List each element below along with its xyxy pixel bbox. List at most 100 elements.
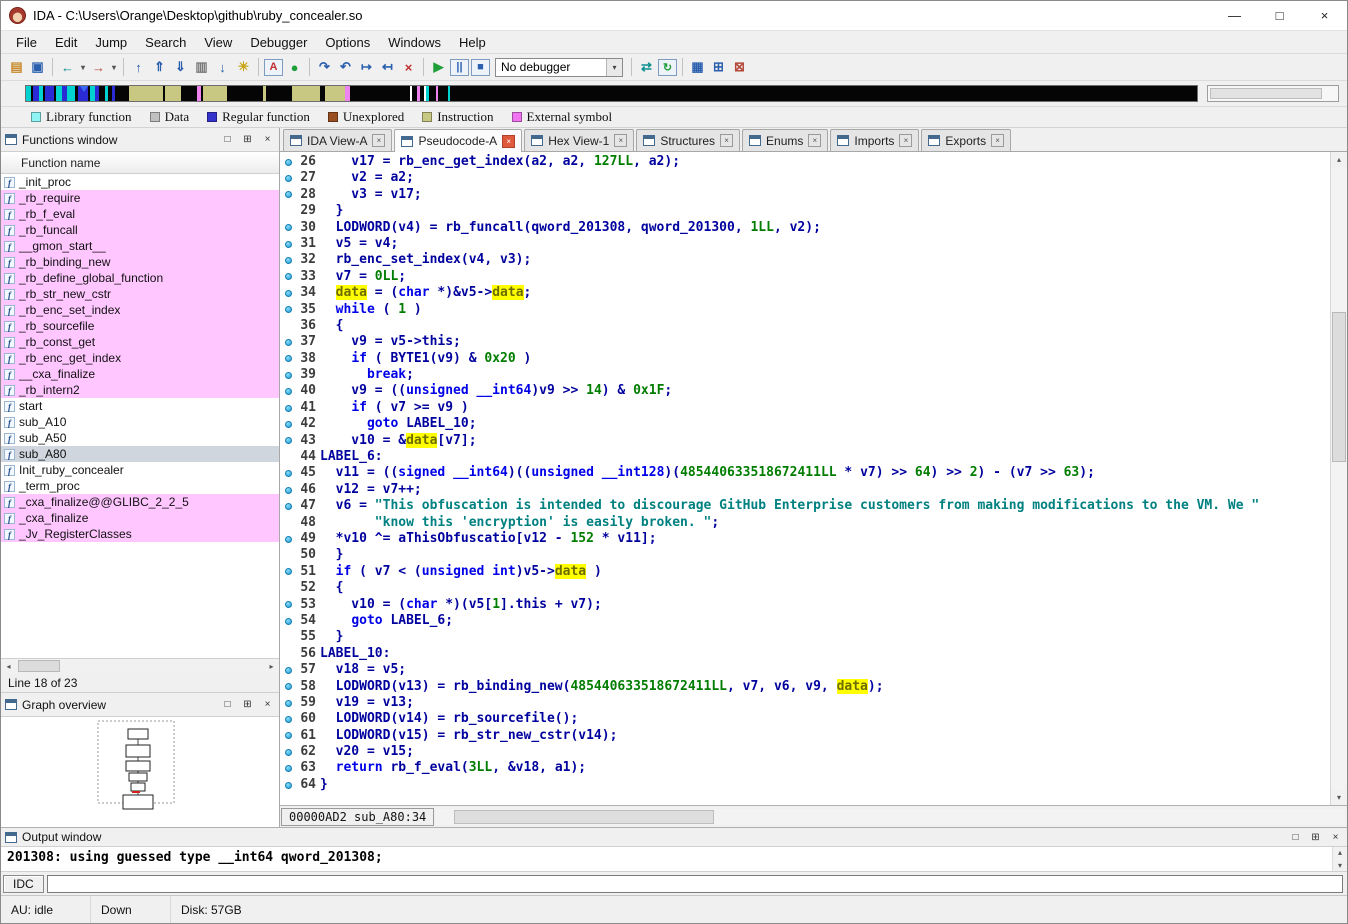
tab-close-icon[interactable]: × (808, 134, 821, 147)
code-token[interactable]: while (336, 302, 375, 317)
code-token[interactable]: ); (1079, 465, 1095, 480)
close-button[interactable]: × (1302, 1, 1347, 30)
code-hscrollbar[interactable] (436, 809, 1345, 825)
output-scroll-up-icon[interactable]: ▴ (1333, 847, 1347, 858)
code-line[interactable]: 43 v10 = &data[v7]; (280, 433, 1330, 449)
tab-hex-view-1[interactable]: Hex View-1× (524, 129, 634, 151)
code-token[interactable] (320, 416, 367, 431)
close-window-icon[interactable]: ⊠ (729, 57, 750, 77)
code-token[interactable]: signed __int64 (398, 465, 508, 480)
output-window-titlebar[interactable]: Output window □ ⊞ × (1, 827, 1347, 847)
start-process-icon[interactable]: ▶ (428, 57, 449, 77)
function-row[interactable]: f_rb_sourcefile (1, 318, 279, 334)
code-token[interactable]: v9 = v5->this; (320, 334, 461, 349)
code-token[interactable]: rb_f_eval( (383, 760, 469, 775)
code-token[interactable] (320, 400, 351, 415)
code-token[interactable]: "This obfuscation is intended to discour… (375, 498, 1259, 513)
code-line[interactable]: 51 if ( v7 < (unsigned int)v5->data ) (280, 564, 1330, 580)
code-token[interactable]: 485440633518672411LL (680, 465, 837, 480)
function-row[interactable]: f_Jv_RegisterClasses (1, 526, 279, 542)
run-to-cursor-icon[interactable]: ↤ (377, 57, 398, 77)
code-token[interactable]: rb_enc_set_index(v4, v3); (320, 252, 531, 267)
code-token[interactable]: [v7]; (437, 433, 476, 448)
function-row[interactable]: f_rb_enc_set_index (1, 302, 279, 318)
code-token[interactable]: , a2); (633, 154, 680, 169)
code-token[interactable]: LABEL_10; (398, 416, 476, 431)
code-token[interactable]: ; (664, 383, 672, 398)
code-line[interactable]: 33 v7 = 0LL; (280, 269, 1330, 285)
code-vscroll-track[interactable] (1331, 167, 1347, 790)
jump-xref-to-icon[interactable]: ⇑ (149, 57, 170, 77)
functions-dock-button[interactable]: ⊞ (240, 134, 255, 145)
run-until-return-icon[interactable]: ↦ (356, 57, 377, 77)
code-line[interactable]: 48 "know this 'encryption' is easily bro… (280, 515, 1330, 531)
function-row[interactable]: f_rb_intern2 (1, 382, 279, 398)
code-token[interactable]: v10 = & (320, 433, 406, 448)
code-token[interactable]: LABEL_10: (320, 646, 390, 661)
output-scroll-down-icon[interactable]: ▾ (1333, 860, 1347, 871)
function-row[interactable]: f_cxa_finalize (1, 510, 279, 526)
idc-input[interactable] (47, 875, 1343, 893)
code-line[interactable]: 34 data = (char *)&v5->data; (280, 285, 1330, 301)
code-token[interactable]: *)(v5[ (437, 597, 492, 612)
function-row[interactable]: f_rb_binding_new (1, 254, 279, 270)
code-token[interactable]: ) (516, 351, 532, 366)
code-token[interactable]: *)&v5-> (430, 285, 493, 300)
code-line[interactable]: 56LABEL_10: (280, 646, 1330, 662)
code-line[interactable]: 31 v5 = v4; (280, 236, 1330, 252)
code-token[interactable]: char (398, 285, 429, 300)
code-token[interactable]: ); (868, 679, 884, 694)
output-dock-button[interactable]: ⊞ (1308, 832, 1323, 843)
print-icon[interactable]: ▥ (191, 57, 212, 77)
code-token[interactable]: v17 = rb_enc_get_index(a2, a2, (320, 154, 594, 169)
code-token[interactable]: LODWORD(v15) = rb_str_new_cstr(v14); (320, 728, 617, 743)
code-token[interactable]: v20 = v15; (320, 744, 414, 759)
code-token[interactable]: data (555, 564, 586, 579)
code-token[interactable]: { (320, 318, 343, 333)
code-token[interactable]: } (320, 547, 343, 562)
menu-item-edit[interactable]: Edit (46, 33, 86, 52)
tab-close-icon[interactable]: × (372, 134, 385, 147)
code-token[interactable]: } (320, 629, 343, 644)
tab-close-icon[interactable]: × (991, 134, 1004, 147)
code-line[interactable]: 26 v17 = rb_enc_get_index(a2, a2, 127LL,… (280, 154, 1330, 170)
jump-address-icon[interactable]: ↓ (212, 57, 233, 77)
code-line[interactable]: 40 v9 = ((unsigned __int64)v9 >> 14) & 0… (280, 383, 1330, 399)
code-line[interactable]: 44LABEL_6: (280, 449, 1330, 465)
windows-list-icon[interactable]: ▦ (687, 57, 708, 77)
function-row[interactable]: f_rb_funcall (1, 222, 279, 238)
code-hscroll-thumb[interactable] (454, 810, 714, 824)
code-token[interactable]: v2 = a2; (320, 170, 414, 185)
code-line[interactable]: 63 return rb_f_eval(3LL, &v18, a1); (280, 760, 1330, 776)
code-token[interactable]: ) >> (931, 465, 970, 480)
code-token[interactable]: 3LL (469, 760, 492, 775)
code-token[interactable]: )( (664, 465, 680, 480)
tab-close-icon[interactable]: × (720, 134, 733, 147)
code-token[interactable]: ; (406, 367, 414, 382)
code-token[interactable]: break (367, 367, 406, 382)
forward-history-icon[interactable]: ▾ (109, 57, 119, 77)
code-line[interactable]: 62 v20 = v15; (280, 744, 1330, 760)
code-token[interactable]: unsigned int (422, 564, 516, 579)
code-token[interactable]: if (351, 351, 367, 366)
function-row[interactable]: fsub_A50 (1, 430, 279, 446)
maximize-button[interactable]: □ (1257, 1, 1302, 30)
code-line[interactable]: 49 *v10 ^= aThisObfuscatio[v12 - 152 * v… (280, 531, 1330, 547)
code-token[interactable]: ; (398, 269, 406, 284)
function-row[interactable]: fsub_A10 (1, 414, 279, 430)
graph-close-button[interactable]: × (260, 699, 275, 710)
step-into-icon[interactable]: ↷ (314, 57, 335, 77)
code-token[interactable]: 1LL (750, 220, 773, 235)
code-line[interactable]: 52 { (280, 580, 1330, 596)
code-token[interactable] (320, 285, 336, 300)
code-token[interactable]: * v7) >> (837, 465, 915, 480)
code-token[interactable]: 485440633518672411LL (570, 679, 727, 694)
code-token[interactable]: = ( (367, 285, 398, 300)
code-token[interactable]: LODWORD(v13) = rb_binding_new( (320, 679, 570, 694)
output-log-line[interactable]: 201308: using guessed type __int64 qword… (1, 847, 1332, 871)
code-token[interactable]: { (320, 580, 343, 595)
code-token[interactable]: 14 (586, 383, 602, 398)
code-token[interactable]: , &v18, a1); (492, 760, 586, 775)
code-line[interactable]: 32 rb_enc_set_index(v4, v3); (280, 252, 1330, 268)
code-token[interactable]: , v2); (774, 220, 821, 235)
